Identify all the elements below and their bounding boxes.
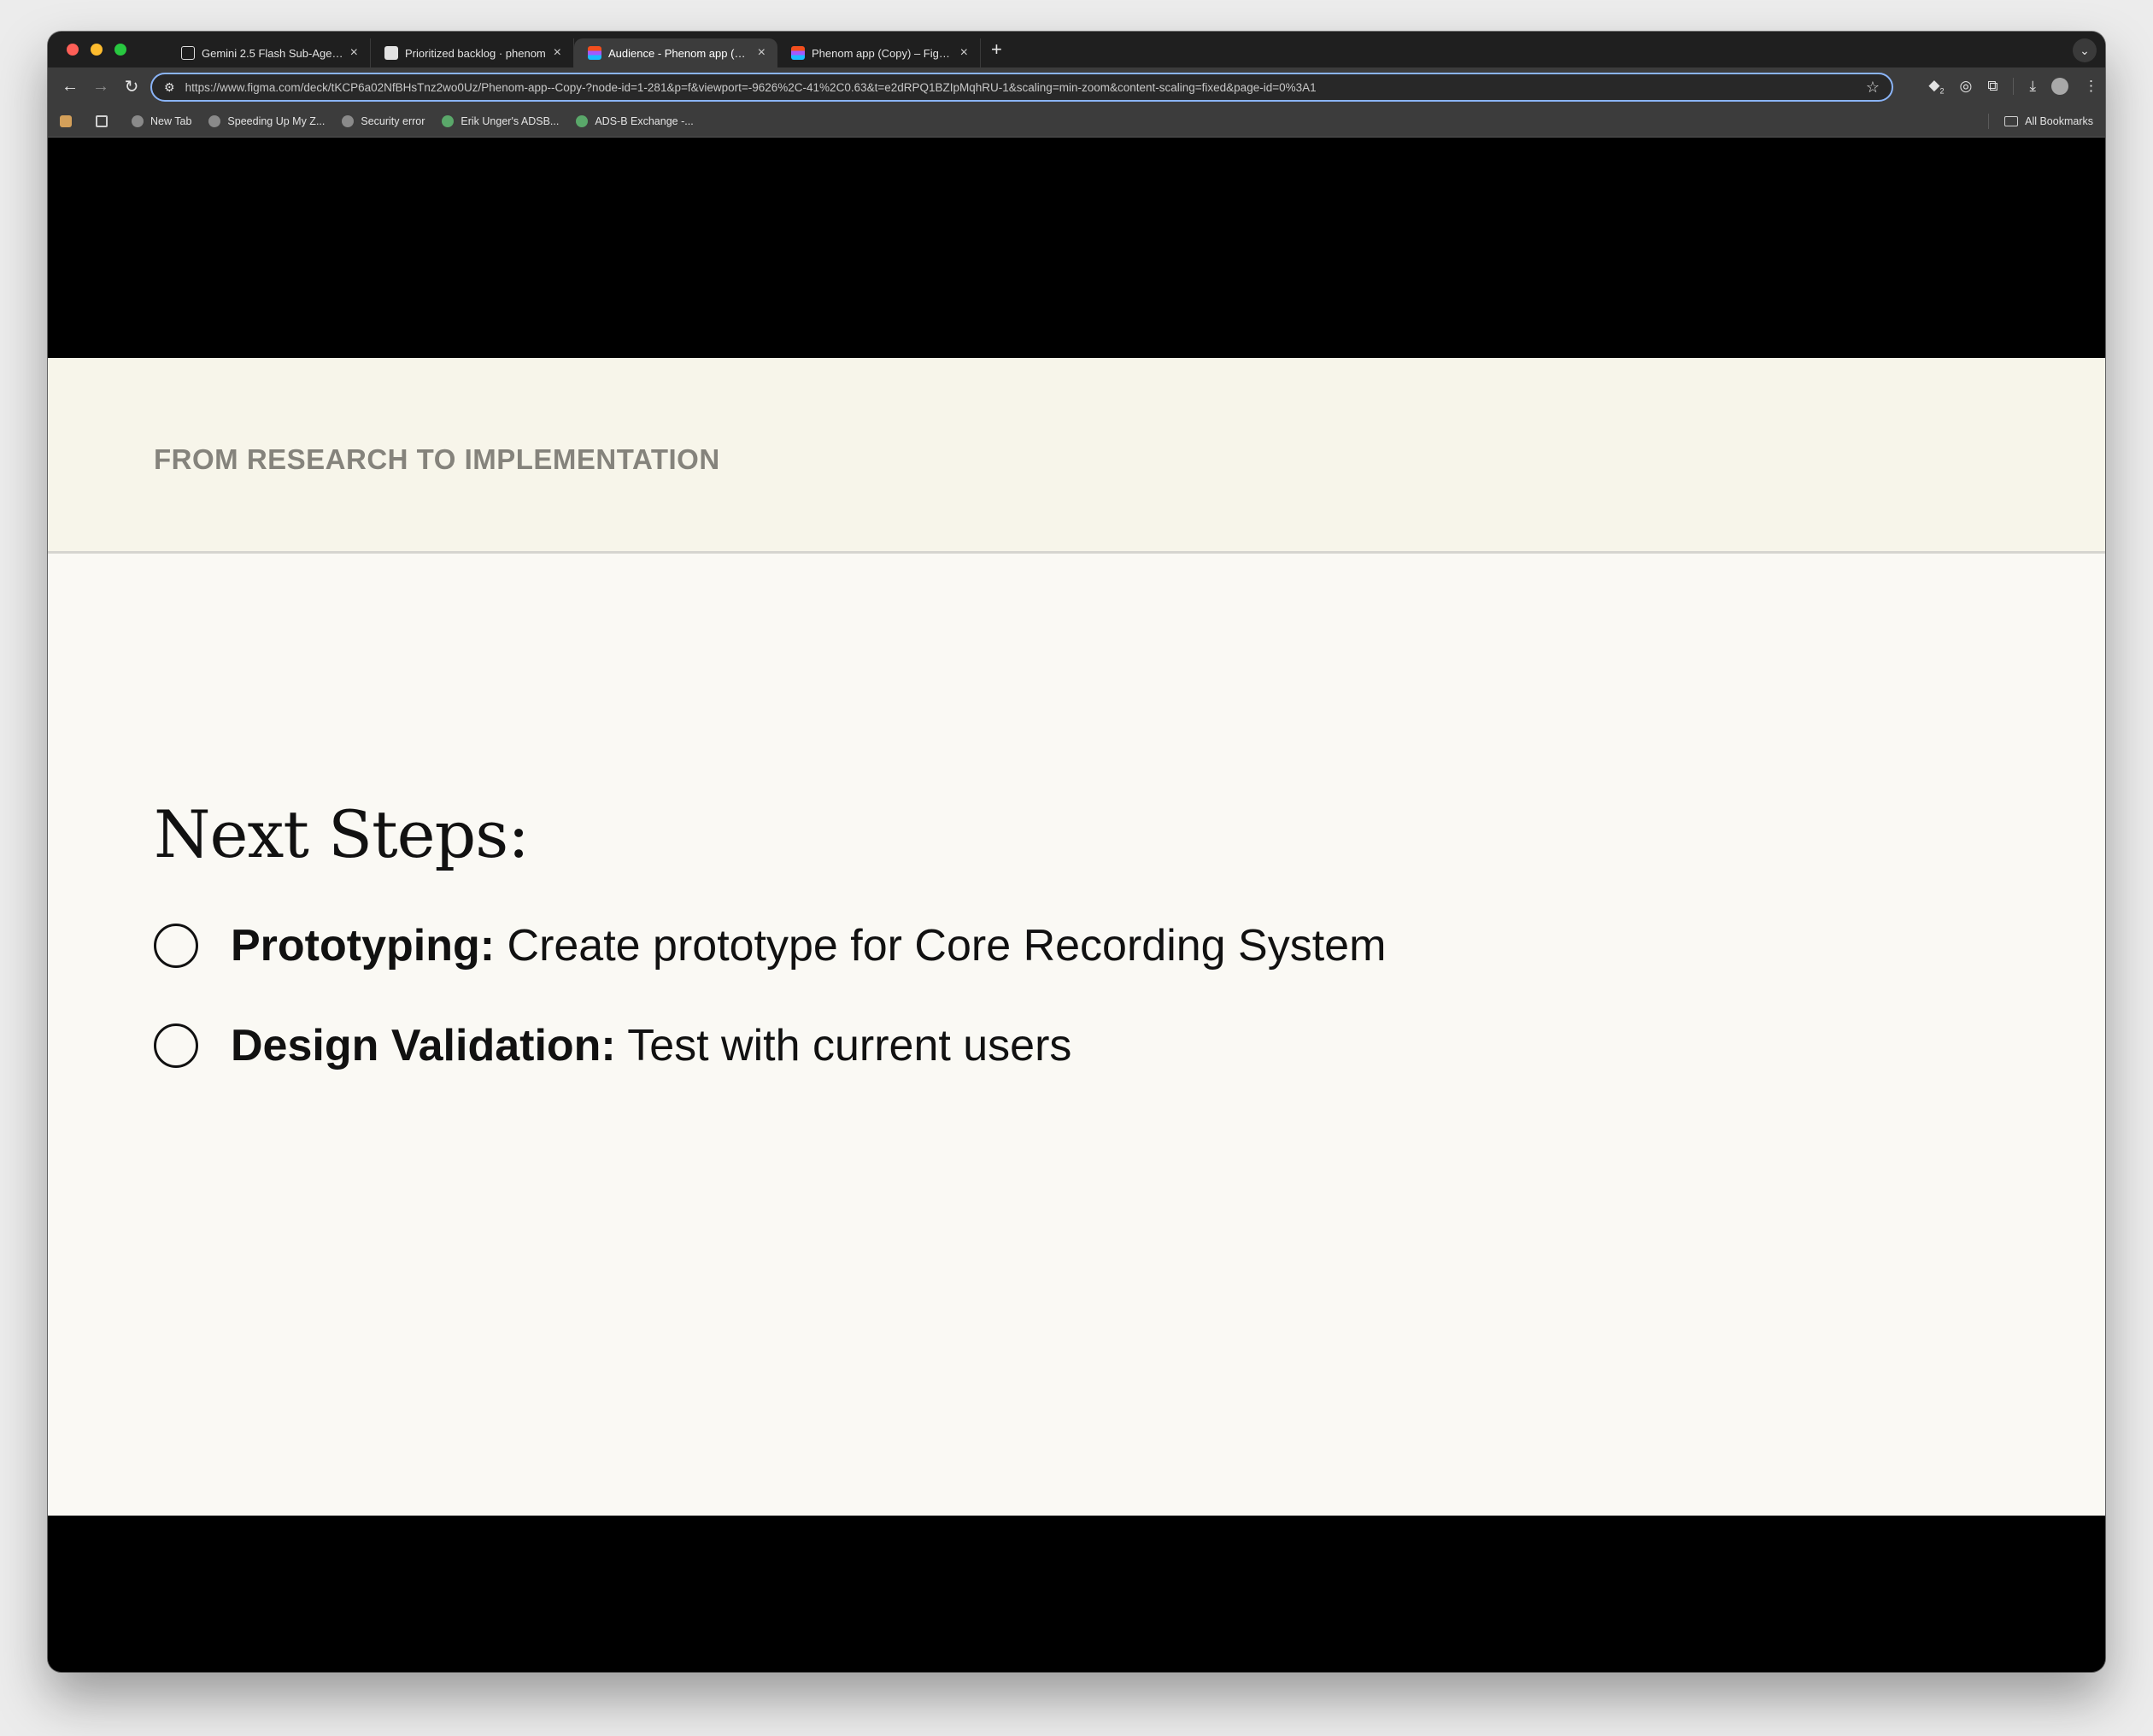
extension-badge: 2 [1939, 86, 1945, 96]
tab-prioritized-backlog[interactable]: Prioritized backlog · phenom × [371, 38, 574, 67]
bookmark-security-error[interactable]: Security error [342, 114, 425, 127]
site-settings-icon[interactable]: ⚙ [164, 80, 175, 95]
tab-title: Audience - Phenom app (Copy) [608, 46, 751, 60]
gemini-icon [181, 46, 195, 60]
slide[interactable]: FROM RESEARCH TO IMPLEMENTATION Next Ste… [48, 358, 2105, 1516]
bookmark-label: ADS-B Exchange -... [595, 114, 694, 127]
step-item: Design Validation: Test with current use… [154, 1015, 1386, 1076]
adsb-icon [576, 114, 589, 127]
step-description: Create prototype for Core Recording Syst… [495, 921, 1387, 971]
bookmark-label: Speeding Up My Z... [227, 114, 326, 127]
bookmark-erik-unger[interactable]: Erik Unger's ADSB... [442, 114, 560, 127]
bookmark-label: Erik Unger's ADSB... [461, 114, 560, 127]
tab-title: Phenom app (Copy) – Figma [812, 46, 953, 60]
bookmark-label: Security error [361, 114, 425, 127]
step-text: Design Validation: Test with current use… [231, 1020, 1071, 1071]
window-controls [48, 44, 167, 56]
bookmark-app-launcher[interactable] [60, 114, 79, 127]
tabs: Gemini 2.5 Flash Sub-Agent – × Prioritiz… [167, 32, 1002, 67]
maximize-window-icon[interactable] [114, 44, 126, 56]
step-text: Prototyping: Create prototype for Core R… [231, 920, 1386, 971]
bookmarks-bar: New Tab Speeding Up My Z... Security err… [48, 105, 2105, 138]
address-bar[interactable]: ⚙ https://www.figma.com/deck/tKCP6a02NfB… [150, 73, 1893, 102]
extension-icon[interactable]: ◆2 [1928, 77, 1944, 95]
folder-icon [2004, 116, 2019, 126]
close-icon[interactable]: × [350, 45, 358, 61]
bookmark-star-icon[interactable]: ☆ [1866, 79, 1880, 97]
reload-icon[interactable]: ↻ [116, 76, 147, 97]
minimize-window-icon[interactable] [91, 44, 103, 56]
all-bookmarks[interactable]: All Bookmarks [1988, 105, 2093, 138]
github-icon [384, 46, 398, 60]
lens-extension-icon[interactable]: ◎ [1960, 78, 1973, 95]
slide-eyebrow: FROM RESEARCH TO IMPLEMENTATION [154, 443, 720, 475]
empty-circle-icon [154, 1023, 198, 1068]
apps-grid-icon [96, 114, 108, 127]
tab-audience[interactable]: Audience - Phenom app (Copy) × [574, 38, 777, 67]
figma-icon [588, 46, 601, 60]
tab-strip: Gemini 2.5 Flash Sub-Agent – × Prioritiz… [48, 32, 2105, 67]
globe-icon [132, 114, 144, 127]
close-icon[interactable]: × [960, 45, 968, 61]
app-icon [60, 114, 72, 127]
tab-title: Prioritized backlog · phenom [405, 46, 546, 60]
bookmark-apps-grid[interactable] [96, 114, 114, 127]
tab-gemini[interactable]: Gemini 2.5 Flash Sub-Agent – × [167, 38, 371, 67]
extensions-puzzle-icon[interactable]: ⧉ [1987, 78, 1998, 95]
new-tab-icon[interactable]: + [991, 38, 1002, 61]
step-item: Prototyping: Create prototype for Core R… [154, 915, 1386, 976]
step-label: Prototyping: [231, 921, 496, 971]
slide-title: Next Steps: [154, 796, 530, 872]
kebab-menu-icon[interactable]: ⋮ [2084, 78, 2098, 95]
bookmark-new-tab[interactable]: New Tab [132, 114, 192, 127]
empty-circle-icon [154, 924, 198, 968]
forward-icon[interactable]: → [85, 77, 116, 97]
bookmark-speeding-up[interactable]: Speeding Up My Z... [208, 114, 326, 127]
tab-title: Gemini 2.5 Flash Sub-Agent – [202, 46, 343, 60]
bookmarks-divider [1988, 114, 1990, 129]
download-icon[interactable]: ⤓ [2029, 78, 2036, 95]
bookmark-label: New Tab [150, 114, 192, 127]
toolbar-actions: ◆2 ◎ ⧉ ⤓ ⋮ [1928, 67, 2098, 105]
adsb-icon [442, 114, 455, 127]
next-steps-list: Prototyping: Create prototype for Core R… [154, 915, 1386, 1115]
back-icon[interactable]: ← [55, 77, 85, 97]
close-icon[interactable]: × [758, 45, 766, 61]
browser-window: Gemini 2.5 Flash Sub-Agent – × Prioritiz… [48, 32, 2105, 1672]
presentation-viewport: FROM RESEARCH TO IMPLEMENTATION Next Ste… [48, 138, 2105, 1672]
url-text[interactable]: https://www.figma.com/deck/tKCP6a02NfBHs… [185, 81, 1866, 94]
browser-toolbar: ← → ↻ ⚙ https://www.figma.com/deck/tKCP6… [48, 67, 2105, 105]
tab-phenom-figma[interactable]: Phenom app (Copy) – Figma × [777, 38, 981, 67]
slide-header: FROM RESEARCH TO IMPLEMENTATION [48, 358, 2105, 554]
bookmark-favicon-icon [208, 114, 221, 127]
figma-icon [791, 46, 805, 60]
step-description: Test with current users [615, 1021, 1072, 1070]
toolbar-divider [2013, 78, 2015, 95]
tab-search-chevron-icon[interactable]: ⌄ [2073, 38, 2097, 62]
close-window-icon[interactable] [67, 44, 79, 56]
step-label: Design Validation: [231, 1021, 616, 1070]
bookmark-adsb-exchange[interactable]: ADS-B Exchange -... [576, 114, 694, 127]
close-icon[interactable]: × [554, 45, 561, 61]
bookmark-favicon-icon [342, 114, 355, 127]
all-bookmarks-label: All Bookmarks [2025, 115, 2093, 127]
profile-avatar[interactable] [2051, 78, 2068, 95]
